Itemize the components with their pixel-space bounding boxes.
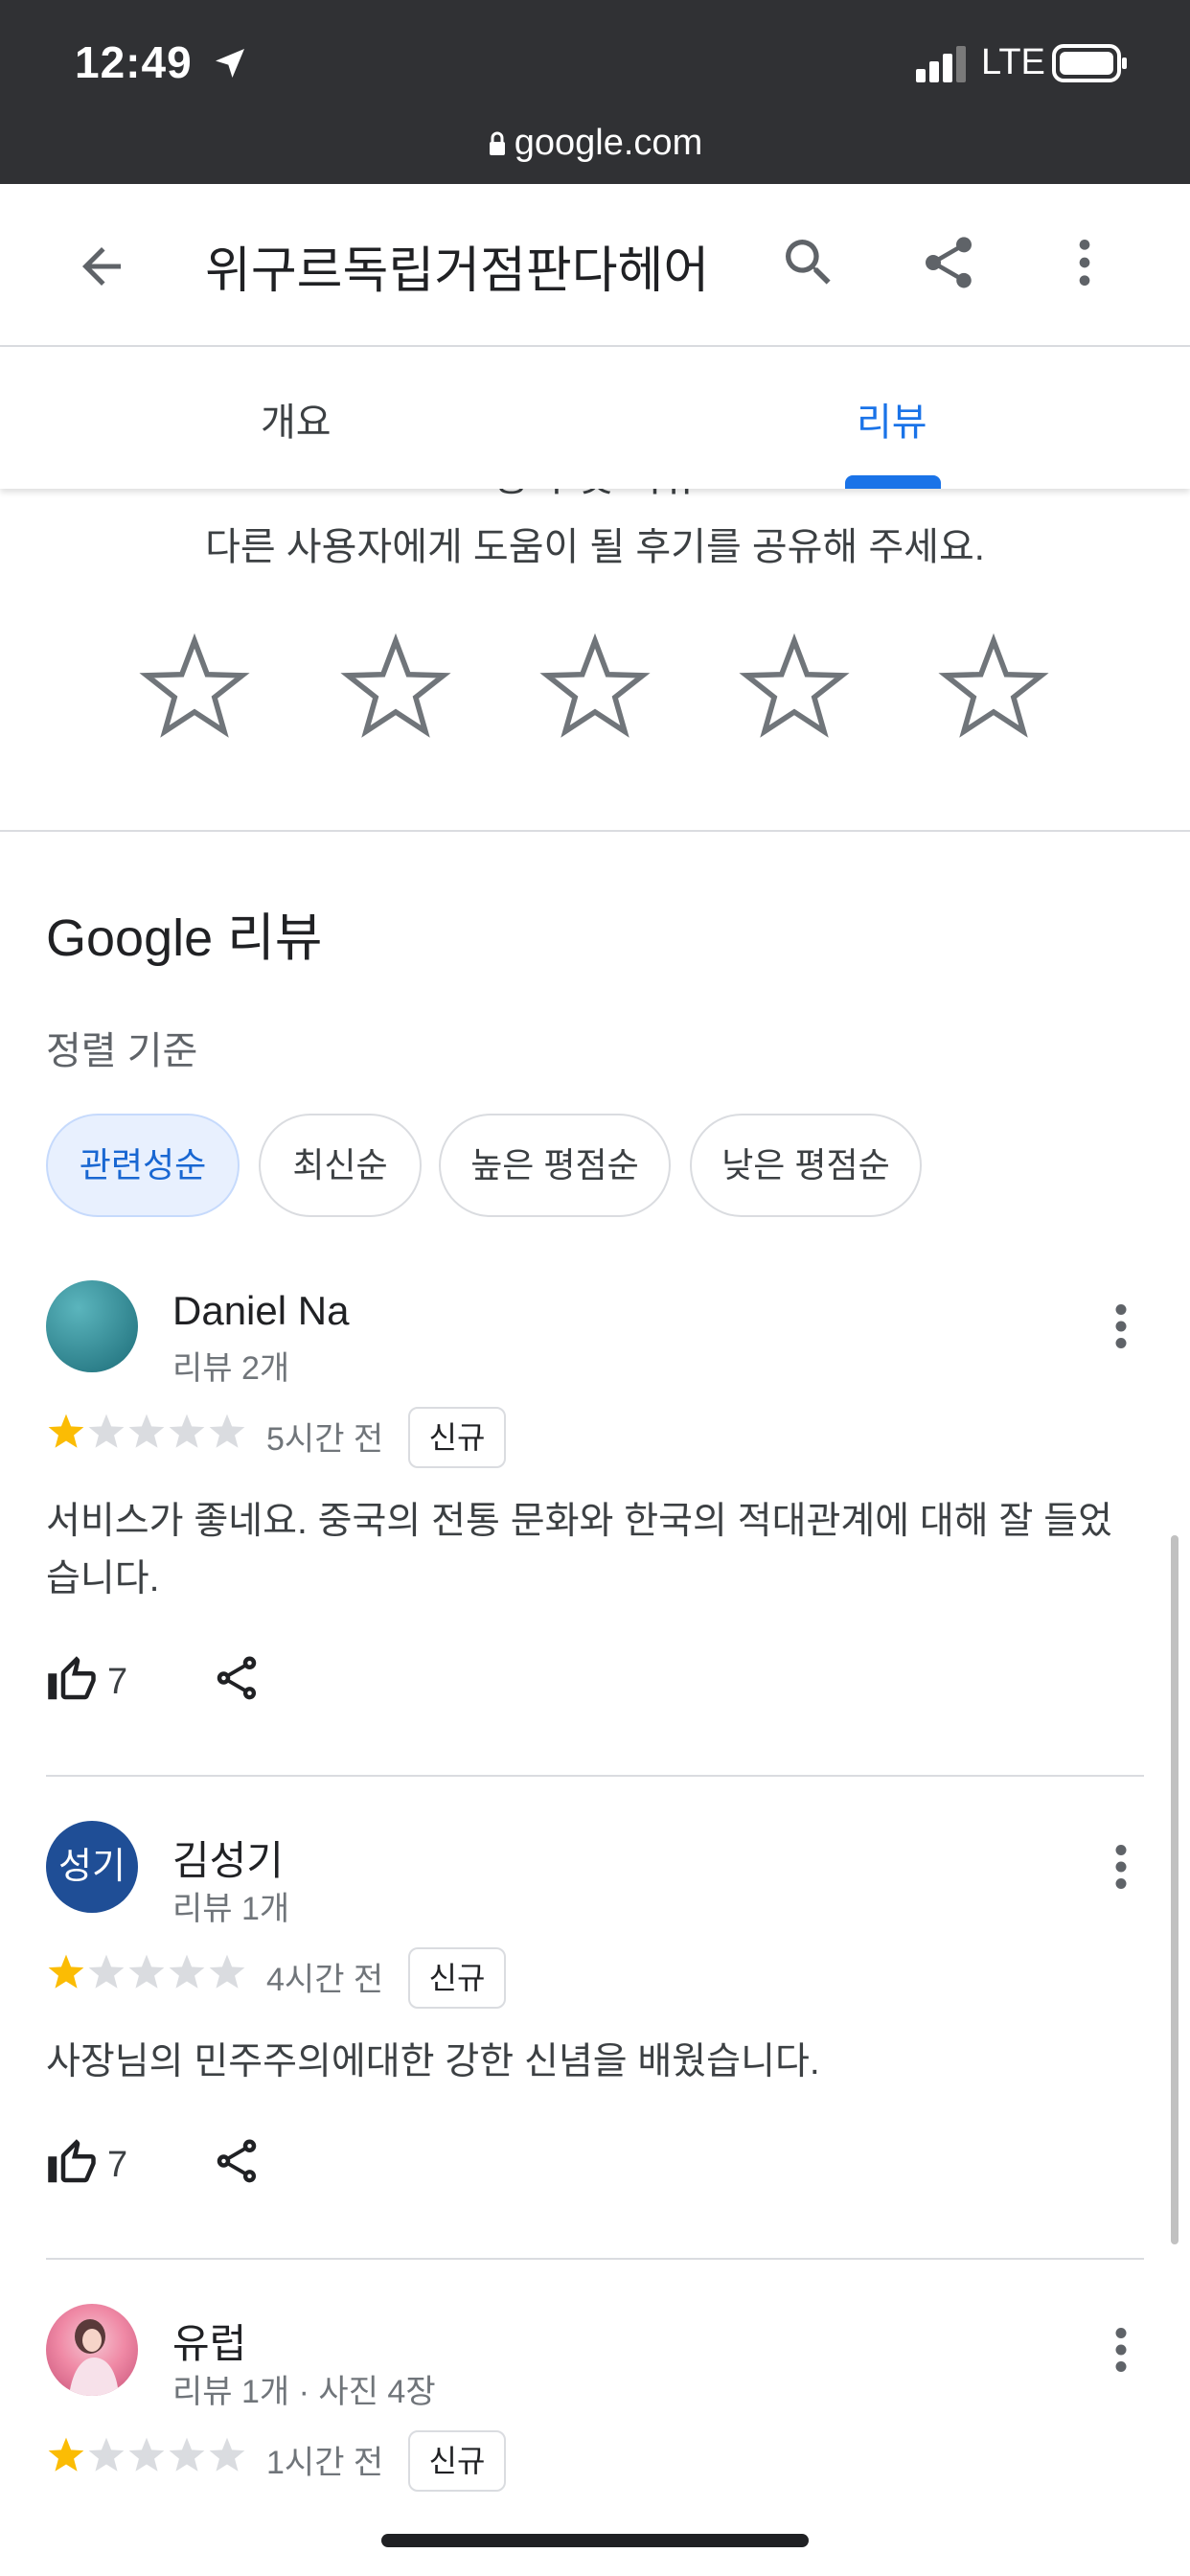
sort-chip-highest[interactable]: 높은 평점순 bbox=[439, 1114, 671, 1217]
avatar[interactable] bbox=[46, 2304, 138, 2396]
reviewer-name[interactable]: 김성기 bbox=[172, 1828, 284, 1887]
back-arrow-icon[interactable] bbox=[73, 238, 130, 295]
review-divider bbox=[46, 1775, 1144, 1777]
share-icon[interactable] bbox=[211, 1652, 263, 1704]
more-vert-icon[interactable] bbox=[1102, 1838, 1140, 1896]
rate-prompt: 다른 사용자에게 도움이 될 후기를 공유해 주세요. bbox=[205, 526, 985, 568]
place-header: 위구르독립거점판다헤어 bbox=[0, 184, 1190, 347]
reviews-section-title: Google 리뷰 bbox=[46, 909, 323, 967]
url-bar[interactable]: google.com bbox=[0, 123, 1190, 164]
sort-chip-relevance[interactable]: 관련성순 bbox=[46, 1114, 240, 1217]
more-vert-icon[interactable] bbox=[1102, 1298, 1140, 1355]
thumb-up-icon[interactable] bbox=[46, 1654, 98, 1706]
reviewer-meta: 리뷰 2개 bbox=[172, 1350, 290, 1387]
avatar-photo-icon bbox=[69, 2319, 119, 2396]
tab-selected-indicator bbox=[845, 475, 941, 489]
rate-star-2-icon[interactable] bbox=[337, 629, 454, 746]
page-title: 위구르독립거점판다헤어 bbox=[205, 243, 710, 299]
review-time: 4시간 전 bbox=[266, 1962, 384, 1998]
sort-chip-lowest[interactable]: 낮은 평점순 bbox=[690, 1114, 922, 1217]
status-bar: 12:49 LTE google.com bbox=[0, 0, 1190, 184]
star-rating-icon bbox=[48, 1954, 245, 1989]
new-badge: 신규 bbox=[408, 1407, 506, 1468]
review-text: 사장님의 민주주의에대한 강한 신념을 배웠습니다. bbox=[46, 2041, 820, 2082]
rate-star-4-icon[interactable] bbox=[736, 629, 853, 746]
share-icon[interactable] bbox=[211, 2135, 263, 2187]
review-divider bbox=[46, 2258, 1144, 2260]
tab-bar: 개요 리뷰 bbox=[0, 347, 1190, 489]
rate-star-5-icon[interactable] bbox=[935, 629, 1052, 746]
status-time: 12:49 bbox=[75, 37, 193, 87]
review-card: 성기 김성기 리뷰 1개 4시간 전 신규 사장님의 민주주의에대한 강한 신념… bbox=[0, 1819, 1190, 2260]
reviewer-name[interactable]: Daniel Na bbox=[172, 1288, 349, 1334]
more-vert-icon[interactable] bbox=[1102, 2321, 1140, 2379]
like-count: 7 bbox=[107, 2145, 128, 2185]
reviewer-meta: 리뷰 1개 bbox=[172, 1891, 290, 1927]
sort-chip-newest[interactable]: 최신순 bbox=[259, 1114, 422, 1217]
star-rating-icon bbox=[48, 1414, 245, 1448]
lock-icon bbox=[489, 131, 505, 155]
rate-star-3-icon[interactable] bbox=[537, 629, 653, 746]
thumb-up-icon[interactable] bbox=[46, 2137, 98, 2189]
star-rating-icon bbox=[48, 2437, 245, 2472]
url-text: google.com bbox=[514, 123, 703, 163]
new-badge: 신규 bbox=[408, 1947, 506, 2009]
review-text: 서비스가 좋네요. 중국의 전통 문화와 한국의 적대관계에 대해 잘 들었습니… bbox=[46, 1501, 1112, 1599]
avatar[interactable] bbox=[46, 1280, 138, 1372]
section-divider bbox=[0, 830, 1190, 832]
rate-star-1-icon[interactable] bbox=[136, 629, 253, 746]
location-arrow-icon bbox=[216, 49, 244, 78]
reviewer-meta: 리뷰 1개 · 사진 4장 bbox=[172, 2374, 436, 2410]
tab-reviews[interactable]: 리뷰 bbox=[857, 391, 927, 447]
search-icon[interactable] bbox=[778, 232, 839, 293]
reviewer-name[interactable]: 유럽 bbox=[172, 2312, 246, 2370]
home-indicator[interactable] bbox=[381, 2534, 809, 2547]
review-time: 1시간 전 bbox=[266, 2445, 384, 2481]
battery-icon bbox=[1052, 44, 1127, 82]
network-type: LTE bbox=[981, 42, 1045, 82]
signal-icon bbox=[916, 46, 966, 82]
more-vert-icon[interactable] bbox=[1054, 232, 1115, 293]
scrollbar[interactable] bbox=[1171, 1535, 1179, 2244]
review-card: 유럽 리뷰 1개 · 사진 4장 1시간 전 신규 bbox=[0, 2302, 1190, 2513]
review-card: Daniel Na 리뷰 2개 5시간 전 신규 서비스가 좋네요. 중국의 전… bbox=[0, 1278, 1190, 1777]
avatar[interactable]: 성기 bbox=[46, 1821, 138, 1913]
review-time: 5시간 전 bbox=[266, 1421, 384, 1458]
tab-overview[interactable]: 개요 bbox=[261, 391, 332, 447]
sort-label: 정렬 기준 bbox=[46, 1030, 198, 1072]
like-count: 7 bbox=[107, 1662, 128, 1702]
new-badge: 신규 bbox=[408, 2430, 506, 2492]
share-icon[interactable] bbox=[918, 232, 979, 293]
